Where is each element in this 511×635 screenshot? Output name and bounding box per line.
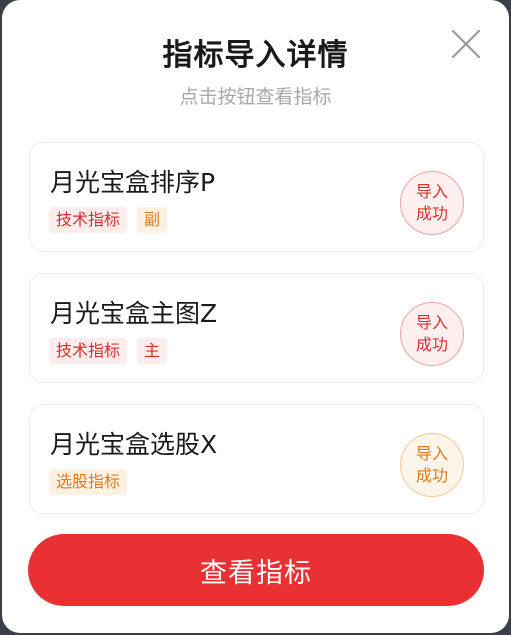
tag-position: 主 [137,338,168,364]
status-line1: 导入 [415,313,448,332]
import-status-badge: 导入 成功 [400,171,464,235]
status-line2: 成功 [415,204,448,223]
indicator-card: 月光宝盒主图Z 技术指标 主 导入 成功 [29,273,484,383]
import-details-dialog: 指标导入详情 点击按钮查看指标 月光宝盒排序P 技术指标 副 导入 成功 月光宝… [2,0,509,633]
tag-type: 技术指标 [49,207,128,233]
indicator-tags: 技术指标 主 [49,338,168,364]
indicator-card: 月光宝盒排序P 技术指标 副 导入 成功 [29,142,484,252]
indicator-card: 月光宝盒选股X 选股指标 导入 成功 [29,404,484,514]
tag-type: 技术指标 [49,338,128,364]
dialog-title: 指标导入详情 [162,38,349,73]
dialog-subtitle: 点击按钮查看指标 [179,86,332,108]
close-icon[interactable] [450,28,482,60]
indicator-name: 月光宝盒选股X [50,430,218,459]
status-line2: 成功 [415,335,448,354]
status-line1: 导入 [415,182,448,201]
tag-position: 副 [137,207,168,233]
status-line2: 成功 [415,466,448,485]
indicator-name: 月光宝盒排序P [50,168,216,197]
status-line1: 导入 [415,444,448,463]
view-indicators-button[interactable]: 查看指标 [28,534,484,606]
indicator-tags: 选股指标 [49,469,128,495]
import-status-badge: 导入 成功 [400,433,464,497]
indicator-tags: 技术指标 副 [49,207,168,233]
tag-type: 选股指标 [49,469,128,495]
indicator-name: 月光宝盒主图Z [50,299,218,328]
import-status-badge: 导入 成功 [400,302,464,366]
